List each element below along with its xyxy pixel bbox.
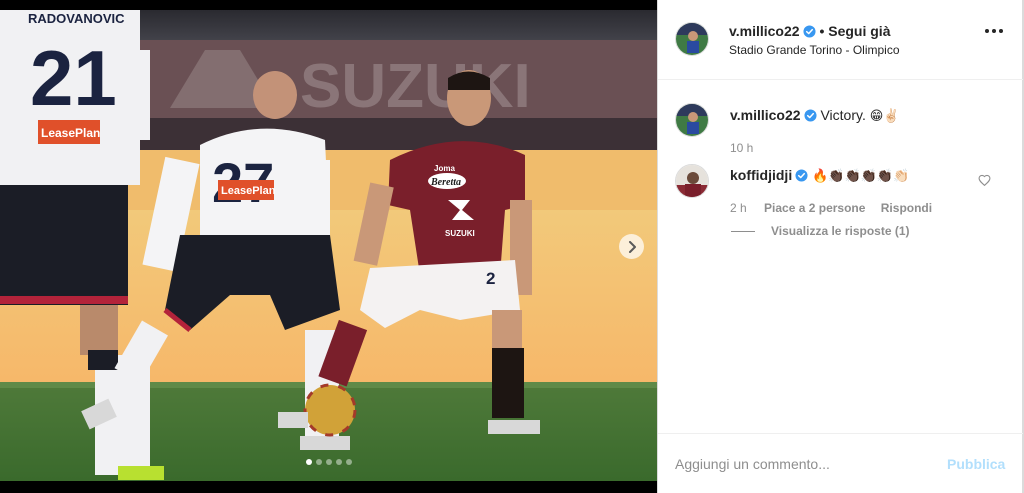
caption-avatar[interactable]: [675, 103, 709, 137]
photo-back-name: RADOVANOVIC: [28, 11, 125, 26]
comment-avatar[interactable]: [675, 164, 709, 198]
photo-board-text: SUZUKI: [300, 52, 531, 121]
comment-meta: 2 h Piace a 2 persone Rispondi: [730, 201, 932, 215]
post-sidebar: v.millico22 • Segui già Stadio Grande To…: [657, 0, 1024, 493]
carousel-dot: [335, 459, 342, 465]
carousel-dot: [315, 459, 322, 465]
carousel-dot-active: [305, 459, 312, 465]
add-comment-bar: Pubblica: [658, 433, 1023, 493]
photo-shirt-brand: Joma: [434, 164, 455, 173]
publish-button[interactable]: Pubblica: [947, 456, 1005, 472]
media-top-bar: [0, 0, 657, 10]
caption-emoji: 😁✌🏻: [869, 109, 900, 124]
post-location[interactable]: Stadio Grande Torino - Olimpico: [729, 43, 900, 57]
comment-username[interactable]: koffidjidji: [730, 167, 792, 183]
photo-left-sponsor: LeasePlan: [41, 126, 100, 140]
post-media[interactable]: SUZUKI RADOVANOVIC 21 LeasePlan LeasePla…: [0, 0, 657, 493]
photo-shirt-sponsor: Beretta: [430, 177, 461, 188]
comment: koffidjidji 🔥👏🏿👏🏿👏🏿👏🏿👏🏻: [730, 167, 909, 184]
post-photo[interactable]: SUZUKI RADOVANOVIC 21 LeasePlan LeasePla…: [0, 10, 657, 481]
instagram-post: SUZUKI RADOVANOVIC 21 LeasePlan LeasePla…: [0, 0, 1024, 493]
comment-likes[interactable]: Piace a 2 persone: [764, 201, 865, 215]
comment-emoji: 🔥👏🏿👏🏿👏🏿👏🏿👏🏻: [812, 169, 910, 184]
comment-time[interactable]: 2 h: [730, 201, 747, 215]
verified-badge-icon: [795, 169, 808, 182]
verified-badge-icon: [803, 25, 816, 38]
media-bottom-bar: [0, 481, 657, 493]
more-options-icon[interactable]: [985, 29, 1003, 33]
carousel-dots: [0, 459, 657, 465]
photo-left-number: 21: [30, 34, 117, 122]
caption-text: Victory.: [820, 107, 866, 123]
photo-shorts-number: 2: [486, 269, 495, 288]
follow-status-button[interactable]: Segui già: [828, 23, 890, 39]
carousel-dot: [345, 459, 352, 465]
view-replies-button[interactable]: Visualizza le risposte (1): [731, 224, 910, 238]
follow-separator: •: [819, 23, 825, 39]
heart-outline-icon[interactable]: [978, 174, 991, 187]
chevron-right-icon: [628, 240, 636, 253]
caption-time[interactable]: 10 h: [730, 141, 753, 155]
next-slide-button[interactable]: [619, 234, 644, 259]
author-username[interactable]: v.millico22: [729, 23, 800, 39]
caption: v.millico22 Victory. 😁✌🏻: [730, 107, 899, 124]
comment-reply-button[interactable]: Rispondi: [881, 201, 932, 215]
carousel-dot: [325, 459, 332, 465]
photo-shirt-main-sponsor: SUZUKI: [445, 229, 475, 238]
author-avatar[interactable]: [675, 22, 709, 56]
caption-username[interactable]: v.millico22: [730, 107, 801, 123]
view-replies-label: Visualizza le risposte (1): [771, 224, 910, 238]
verified-badge-icon: [804, 109, 817, 122]
photo-center-sponsor: LeasePlan: [221, 185, 276, 197]
replies-divider: [731, 230, 755, 232]
comment-input[interactable]: [675, 453, 925, 475]
post-header: v.millico22 • Segui già Stadio Grande To…: [658, 0, 1023, 80]
header-line: v.millico22 • Segui già: [729, 23, 890, 39]
